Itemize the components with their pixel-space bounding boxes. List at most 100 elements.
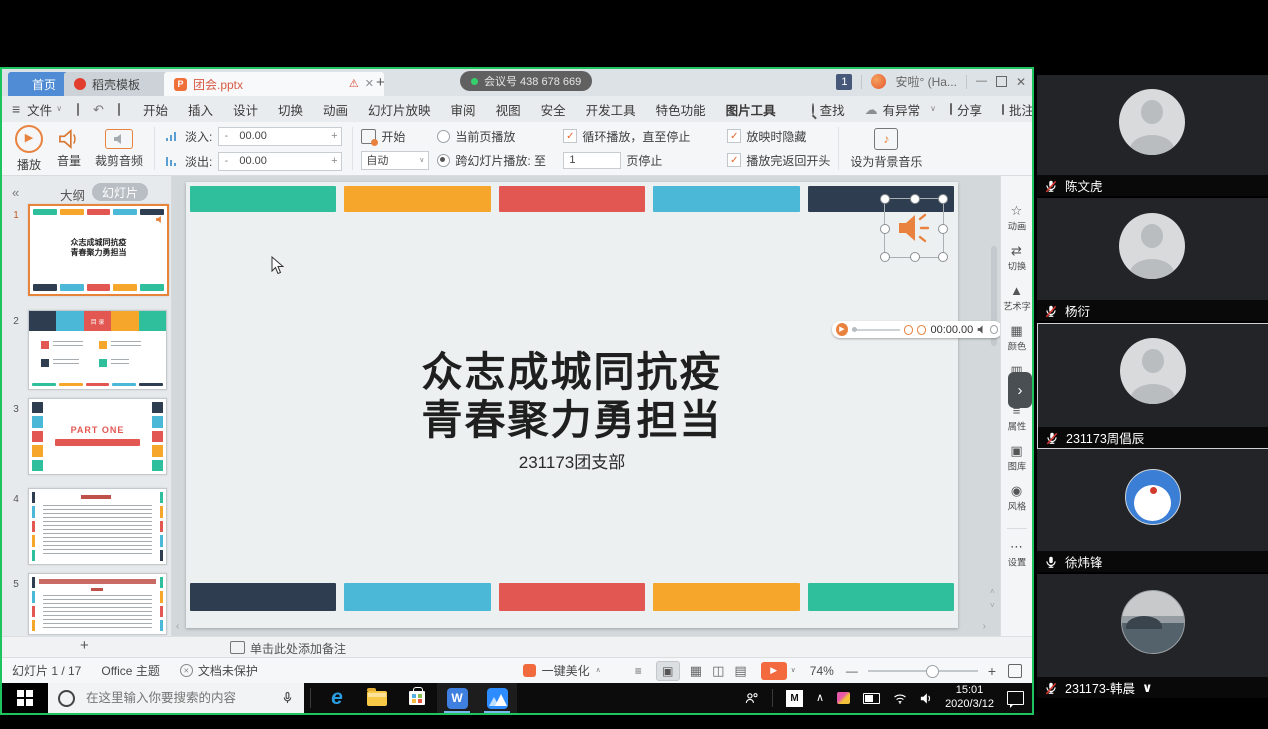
canvas-hscrollbar[interactable]: ‹ ›: [174, 625, 988, 634]
resize-handle[interactable]: [880, 194, 890, 204]
panel-expander-button[interactable]: ›: [1008, 372, 1032, 408]
set-background-music-button[interactable]: ♪ 设为背景音乐: [843, 122, 929, 175]
meeting-taskbar-icon[interactable]: [477, 683, 517, 713]
audio-rewind-icon[interactable]: [904, 325, 913, 335]
user-avatar[interactable]: [871, 74, 886, 89]
resize-handle[interactable]: [938, 224, 948, 234]
wps-taskbar-icon[interactable]: W: [437, 683, 477, 713]
tool-style[interactable]: ◉风格: [1007, 484, 1027, 513]
menu-review[interactable]: 审阅: [441, 100, 486, 119]
save-icon[interactable]: [77, 103, 79, 116]
tray-expand-icon[interactable]: ∧: [816, 693, 824, 704]
audio-settings-icon[interactable]: [990, 325, 998, 334]
slide-editor[interactable]: 众志成城同抗疫 青春聚力勇担当 231173团支部: [186, 182, 958, 628]
tool-gallery[interactable]: ▣图库: [1007, 444, 1027, 473]
view-notes-button[interactable]: ▤: [734, 664, 746, 677]
radio-play-across[interactable]: 跨幻灯片播放: 至: [437, 152, 549, 169]
tab-document[interactable]: P 团会.pptx ⚠ ✕: [164, 72, 384, 96]
participant-tile[interactable]: 杨衍: [1037, 198, 1268, 321]
menu-slideshow[interactable]: 幻灯片放映: [358, 100, 441, 119]
view-normal-button[interactable]: ▣: [656, 661, 680, 681]
audio-progress-track[interactable]: [852, 329, 900, 331]
participant-tile[interactable]: 231173周倡辰: [1037, 323, 1268, 449]
trim-audio-button[interactable]: 裁剪音频: [88, 122, 150, 175]
zoom-slider[interactable]: [868, 670, 978, 672]
audio-volume-icon[interactable]: [977, 325, 985, 334]
menu-animation[interactable]: 动画: [313, 100, 358, 119]
participant-tile[interactable]: 陈文虎: [1037, 75, 1268, 196]
slide-subtitle[interactable]: 231173团支部: [186, 448, 958, 473]
resize-handle[interactable]: [910, 194, 920, 204]
slide-thumbnail-5[interactable]: [28, 573, 167, 635]
tool-properties[interactable]: ≡属性: [1007, 404, 1027, 433]
tab-outline[interactable]: 大纲: [60, 185, 85, 204]
tool-settings[interactable]: ⋯设置: [1007, 540, 1027, 569]
wifi-icon[interactable]: [893, 693, 907, 704]
audio-forward-icon[interactable]: [917, 325, 926, 335]
slide-title[interactable]: 众志成城同抗疫 青春聚力勇担当: [186, 348, 958, 445]
cloud-sync-icon[interactable]: ☁: [865, 103, 878, 116]
menu-view[interactable]: 视图: [486, 100, 531, 119]
tool-animation[interactable]: ☆动画: [1007, 204, 1027, 233]
resize-handle[interactable]: [880, 252, 890, 262]
start-mode-select[interactable]: 自动∨: [361, 151, 423, 170]
menu-share[interactable]: 分享: [952, 100, 992, 119]
fade-in-stepper[interactable]: -00.00+: [218, 127, 342, 146]
participant-menu-chevron-icon[interactable]: ∨: [1142, 681, 1153, 694]
menu-start[interactable]: 开始: [133, 100, 178, 119]
view-sorter-button[interactable]: ▦: [690, 664, 702, 677]
hamburger-icon[interactable]: ≡: [12, 102, 20, 116]
zoom-in-button[interactable]: +: [988, 664, 996, 678]
volume-button[interactable]: 音量: [50, 122, 88, 175]
fade-out-stepper[interactable]: -00.00+: [218, 152, 342, 171]
display-options-icon[interactable]: ≡: [635, 665, 642, 677]
menu-find[interactable]: 查找: [814, 100, 855, 119]
minimize-button[interactable]: —: [976, 76, 987, 87]
slideshow-play-button[interactable]: ▶: [761, 662, 787, 680]
resize-handle[interactable]: [880, 224, 890, 234]
tab-close-icon[interactable]: ✕: [365, 79, 374, 90]
radio-play-current[interactable]: 当前页播放: [437, 128, 549, 145]
battery-icon[interactable]: [863, 693, 880, 704]
search-input[interactable]: [84, 690, 273, 706]
view-reading-button[interactable]: ◫: [712, 664, 724, 677]
slide-thumbnail-2[interactable]: 目 录: [28, 310, 167, 390]
slide-thumbnail-3[interactable]: PART ONE: [28, 398, 167, 475]
audio-playbar[interactable]: ▶ 00:00.00: [832, 321, 1000, 338]
file-explorer-icon[interactable]: [357, 683, 397, 713]
taskbar-clock[interactable]: 15:012020/3/12: [945, 684, 994, 712]
menu-transition[interactable]: 切换: [268, 100, 313, 119]
audio-speaker-icon[interactable]: [897, 212, 931, 244]
checkbox-hide[interactable]: ✓放映时隐藏: [727, 128, 806, 145]
action-center-icon[interactable]: [1007, 691, 1024, 705]
user-name[interactable]: 安啦° (Ha...: [895, 73, 956, 90]
meeting-id-badge[interactable]: 会议号 438 678 669: [460, 71, 592, 91]
print-icon[interactable]: [118, 103, 120, 116]
checkbox-rewind[interactable]: ✓播放完返回开头: [727, 152, 830, 169]
resize-handle[interactable]: [938, 194, 948, 204]
canvas-vscrollbar[interactable]: ˄ ˅: [990, 180, 998, 622]
menu-insert[interactable]: 插入: [178, 100, 223, 119]
tool-colors[interactable]: ▦颜色: [1007, 324, 1027, 353]
checkbox-loop[interactable]: ✓循环播放，直至停止: [563, 128, 713, 145]
resize-handle[interactable]: [910, 252, 920, 262]
play-options-caret[interactable]: ∨: [791, 667, 796, 674]
window-count-badge[interactable]: 1: [836, 74, 852, 90]
m-tray-icon[interactable]: M: [786, 690, 803, 707]
restore-button[interactable]: [996, 76, 1007, 87]
volume-tray-icon[interactable]: [920, 693, 932, 704]
panel-collapse-button[interactable]: «: [12, 186, 19, 199]
slide-thumbnail-4[interactable]: [28, 488, 167, 565]
zoom-out-button[interactable]: —: [846, 664, 858, 678]
menu-devtools[interactable]: 开发工具: [576, 100, 646, 119]
audio-object-selection[interactable]: [884, 198, 944, 258]
menu-security[interactable]: 安全: [531, 100, 576, 119]
menu-file[interactable]: 文件: [25, 100, 54, 119]
warning-icon[interactable]: ⚠: [349, 79, 359, 90]
slide-thumbnail-1[interactable]: 众志成城同抗疫青春聚力勇担当: [28, 204, 169, 296]
app-tray-icon[interactable]: [837, 692, 850, 704]
tab-slides[interactable]: 幻灯片: [92, 183, 148, 201]
tool-wordart[interactable]: ▲艺术字: [1002, 284, 1032, 313]
participant-tile[interactable]: 231173-韩晨 ∨: [1037, 574, 1268, 698]
edge-icon[interactable]: e: [317, 683, 357, 713]
